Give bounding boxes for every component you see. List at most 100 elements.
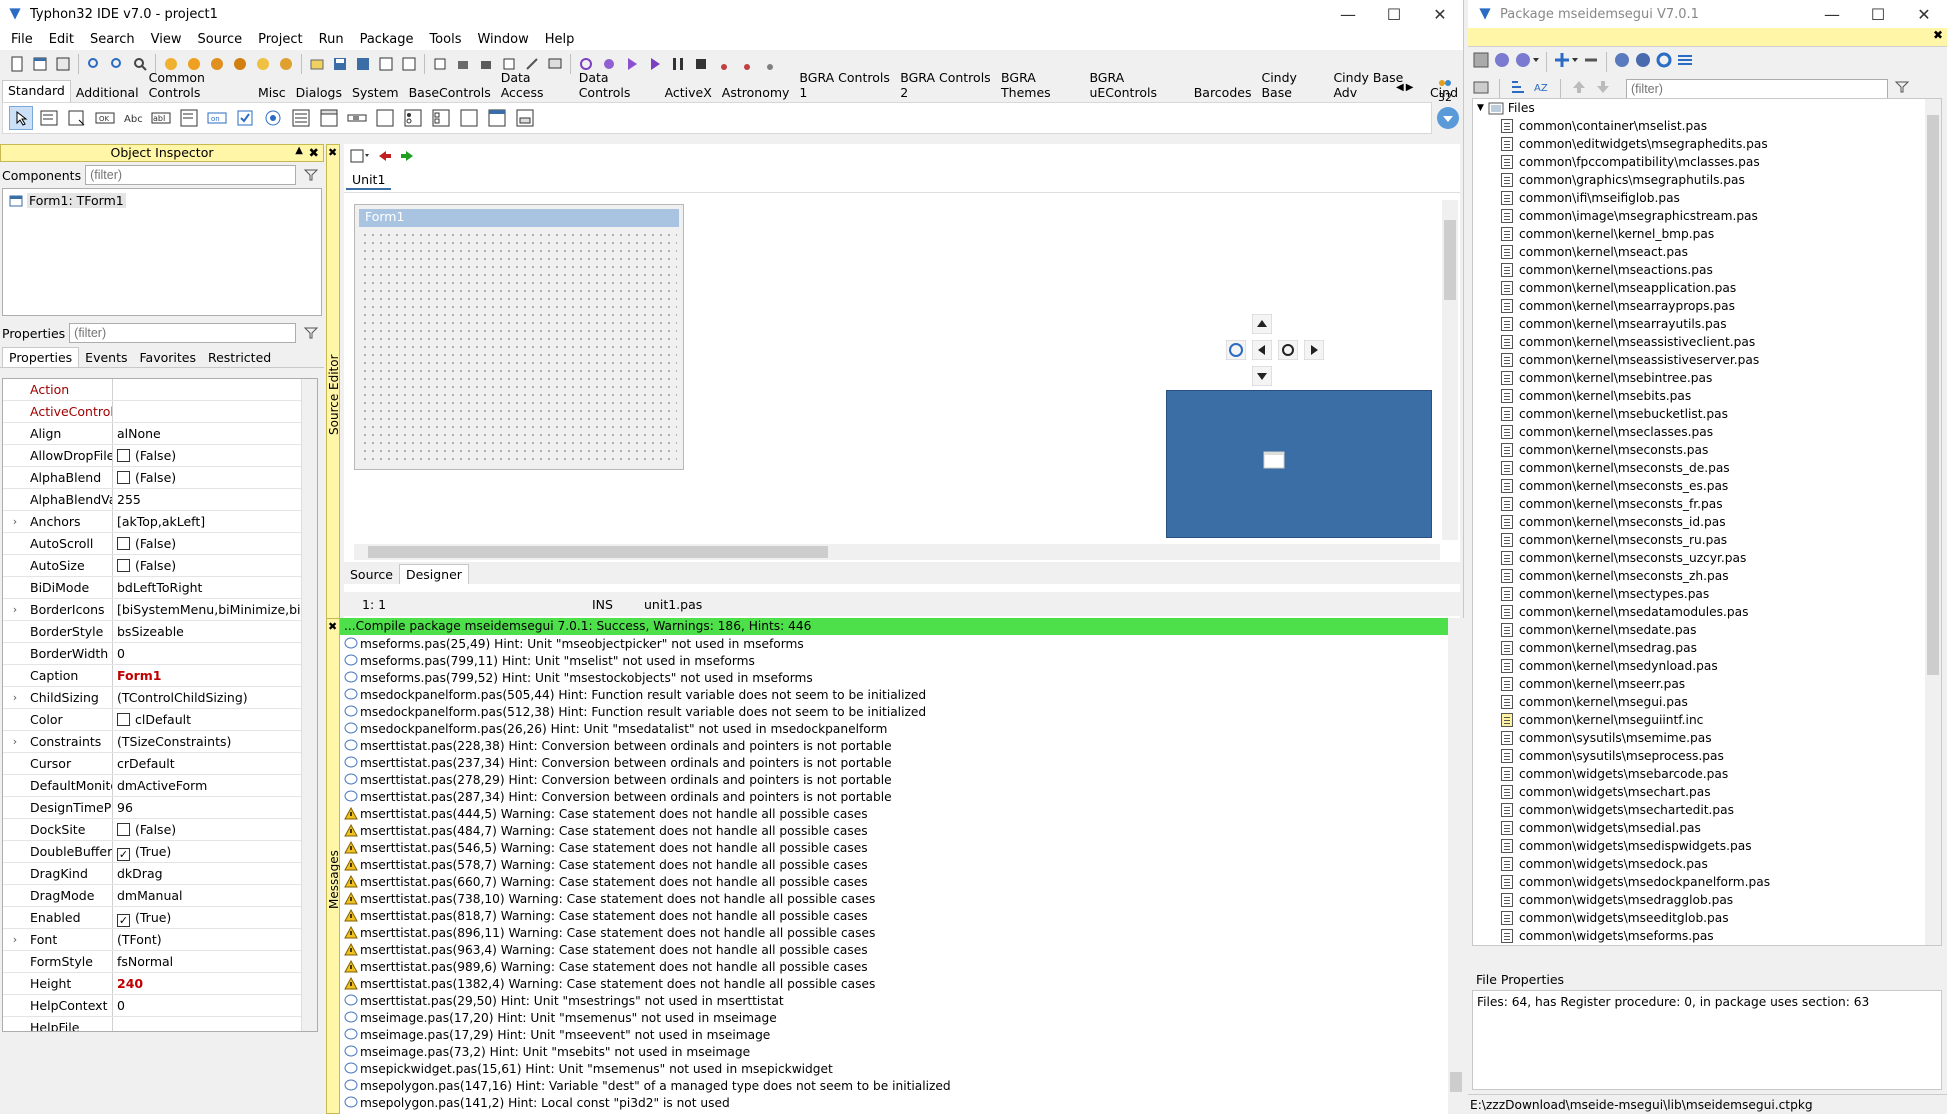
file-item[interactable]: common\editwidgets\msegraphedits.pas <box>1473 135 1941 153</box>
chevron-right-icon[interactable]: ▶ <box>1406 82 1414 93</box>
form1-designer[interactable]: Form1 <box>354 204 684 470</box>
clear-filter-icon[interactable] <box>300 164 322 186</box>
property-value[interactable]: 0 <box>113 643 317 664</box>
components-filter-input[interactable] <box>85 165 296 185</box>
minimize-button[interactable]: — <box>1809 0 1855 28</box>
nav-up-icon[interactable] <box>1251 313 1273 335</box>
tmainmenu-icon[interactable] <box>37 106 61 130</box>
checkbox-unchecked-icon[interactable] <box>117 471 130 484</box>
property-value[interactable] <box>113 379 317 400</box>
settings-gear-icon[interactable] <box>1655 51 1673 73</box>
file-item[interactable]: common\kernel\mseassistiveclient.pas <box>1473 333 1941 351</box>
tab-unit1[interactable]: Unit1 <box>346 170 392 190</box>
checkbox-checked-icon[interactable]: ✓ <box>117 914 130 927</box>
message-line[interactable]: msedockpanelform.pas(26,26) Hint: Unit "… <box>340 720 1464 737</box>
menu-edit[interactable]: Edit <box>41 32 82 47</box>
step-into-icon[interactable] <box>713 53 735 75</box>
property-row[interactable]: Align alNone <box>3 423 317 445</box>
tbutton-icon[interactable]: OK <box>93 106 117 130</box>
file-item[interactable]: common\container\mselist.pas <box>1473 117 1941 135</box>
properties-filter-input[interactable] <box>69 323 296 343</box>
open-recent-icon[interactable] <box>106 53 128 75</box>
options-icon[interactable] <box>1613 51 1631 73</box>
file-item[interactable]: common\kernel\msegui.pas <box>1473 693 1941 711</box>
use-icon[interactable] <box>1514 51 1540 73</box>
file-item[interactable]: common\widgets\msebarcode.pas <box>1473 765 1941 783</box>
property-row[interactable]: DefaultMonitor dmActiveForm <box>3 775 317 797</box>
file-item[interactable]: common\kernel\kernel_bmp.pas <box>1473 225 1941 243</box>
tcheckbox-icon[interactable] <box>233 106 257 130</box>
save-icon[interactable] <box>1472 51 1490 73</box>
tab-activex[interactable]: ActiveX <box>660 83 717 102</box>
file-item[interactable]: common\kernel\msebucketlist.pas <box>1473 405 1941 423</box>
toggle-form-icon[interactable] <box>429 53 451 75</box>
property-value[interactable]: 96 <box>113 797 317 818</box>
checkbox-unchecked-icon[interactable] <box>117 449 130 462</box>
file-item[interactable]: common\kernel\mseconsts_zh.pas <box>1473 567 1941 585</box>
nav-center-icon[interactable] <box>1277 339 1299 361</box>
message-line[interactable]: msepolygon.pas(141,2) Hint: Local const … <box>340 1094 1464 1111</box>
tscrollbar-icon[interactable] <box>345 106 369 130</box>
new-unit-icon[interactable] <box>52 53 74 75</box>
maximize-button[interactable]: ☐ <box>1855 0 1901 28</box>
file-item[interactable]: common\kernel\mseclasses.pas <box>1473 423 1941 441</box>
message-line[interactable]: mserttistat.pas(578,7) Warning: Case sta… <box>340 856 1464 873</box>
tab-designer[interactable]: Designer <box>398 564 469 584</box>
menu-package[interactable]: Package <box>352 32 422 47</box>
tcombobox-icon[interactable] <box>317 106 341 130</box>
file-item[interactable]: common\kernel\mseconsts_es.pas <box>1473 477 1941 495</box>
property-value[interactable]: dmManual <box>113 885 317 906</box>
property-row[interactable]: DoubleBuffered ✓ (True) <box>3 841 317 863</box>
property-row[interactable]: AlphaBlend (False) <box>3 467 317 489</box>
message-line[interactable]: mserttistat.pas(444,5) Warning: Case sta… <box>340 805 1464 822</box>
project-icon[interactable] <box>306 53 328 75</box>
file-item[interactable]: common\kernel\msedatamodules.pas <box>1473 603 1941 621</box>
message-line[interactable]: mseforms.pas(25,49) Hint: Unit "mseobjec… <box>340 635 1464 652</box>
tpopupmenu-icon[interactable] <box>65 106 89 130</box>
property-value[interactable]: (TControlChildSizing) <box>113 687 317 708</box>
view-units-icon[interactable] <box>375 53 397 75</box>
message-line[interactable]: mserttistat.pas(896,11) Warning: Case st… <box>340 924 1464 941</box>
close-button[interactable]: ✕ <box>1417 0 1463 28</box>
close-button[interactable]: ✕ <box>1901 0 1947 28</box>
property-row[interactable]: Cursor crDefault <box>3 753 317 775</box>
checkbox-checked-icon[interactable]: ✓ <box>117 848 130 861</box>
message-line[interactable]: mserttistat.pas(287,34) Hint: Conversion… <box>340 788 1464 805</box>
message-line[interactable]: mseforms.pas(799,52) Hint: Unit "msestoc… <box>340 669 1464 686</box>
file-item[interactable]: common\kernel\mseconsts_de.pas <box>1473 459 1941 477</box>
property-value[interactable]: 255 <box>113 489 317 510</box>
property-row[interactable]: AutoSize (False) <box>3 555 317 577</box>
property-row[interactable]: › Font (TFont) <box>3 929 317 951</box>
message-line[interactable]: mserttistat.pas(484,7) Warning: Case sta… <box>340 822 1464 839</box>
clear-filter-icon[interactable] <box>300 322 322 344</box>
chevron-right-icon[interactable]: › <box>3 599 27 620</box>
editor-vscrollbar[interactable] <box>1442 200 1458 540</box>
file-item[interactable]: common\kernel\mseguiintf.inc <box>1473 711 1941 729</box>
chevron-right-icon[interactable]: › <box>3 511 27 532</box>
add-icon[interactable] <box>1553 51 1579 73</box>
file-item[interactable]: common\kernel\mseassistiveserver.pas <box>1473 351 1941 369</box>
property-value[interactable]: (False) <box>113 445 317 466</box>
package-settings-icon[interactable] <box>275 53 297 75</box>
open-icon[interactable] <box>83 53 105 75</box>
nav-right-icon[interactable] <box>1303 339 1325 361</box>
property-value[interactable] <box>113 401 317 422</box>
checkbox-unchecked-icon[interactable] <box>117 537 130 550</box>
property-row[interactable]: BiDiMode bdLeftToRight <box>3 577 317 599</box>
property-row[interactable]: HelpContext 0 <box>3 995 317 1017</box>
close-icon[interactable]: ✖ <box>309 145 319 160</box>
tab-source[interactable]: Source <box>344 565 399 584</box>
message-line[interactable]: mserttistat.pas(818,7) Warning: Case sta… <box>340 907 1464 924</box>
message-line[interactable]: mserttistat.pas(1382,4) Warning: Case st… <box>340 975 1464 992</box>
checkbox-unchecked-icon[interactable] <box>117 823 130 836</box>
message-line[interactable]: msedockpanelform.pas(512,38) Hint: Funct… <box>340 703 1464 720</box>
property-value[interactable]: (False) <box>113 533 317 554</box>
message-line[interactable]: mserttistat.pas(228,38) Hint: Conversion… <box>340 737 1464 754</box>
property-value[interactable]: (False) <box>113 467 317 488</box>
property-row[interactable]: DesignTimePPI 96 <box>3 797 317 819</box>
file-item[interactable]: common\kernel\msedrag.pas <box>1473 639 1941 657</box>
tedit-icon[interactable]: abI <box>149 106 173 130</box>
menu-view[interactable]: View <box>143 32 190 47</box>
compile-icon[interactable] <box>452 53 474 75</box>
tmemo-icon[interactable] <box>177 106 201 130</box>
